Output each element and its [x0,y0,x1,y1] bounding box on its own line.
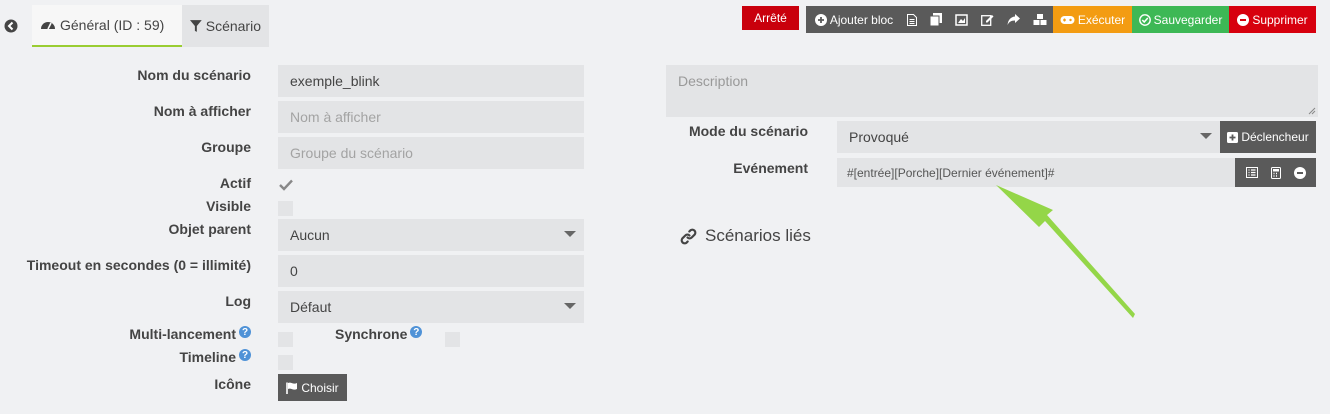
add-block-button[interactable]: Ajouter bloc [810,6,898,33]
mode-value: Provoqué [849,129,909,145]
back-button[interactable] [0,8,22,44]
delete-button[interactable]: Supprimer [1229,6,1316,33]
linked-scenarios-title: Scénarios liés [680,226,811,246]
group-input[interactable]: Groupe du scénario [278,137,584,169]
sync-label: Synchrone [335,326,408,342]
timeout-label: Timeout en secondes (0 = illimité) [26,257,251,273]
description-placeholder: Description [678,73,749,89]
event-actions [1235,158,1316,187]
parent-select[interactable]: Aucun [278,219,584,251]
tab-general-label: Général (ID : 59) [60,17,165,33]
caret-down-icon [564,303,576,309]
trigger-label: Déclencheur [1241,130,1309,144]
log-value: Défaut [290,299,332,315]
delete-label: Supprimer [1252,12,1308,27]
group-label: Groupe [201,139,251,155]
flag-icon [286,382,298,394]
help-icon[interactable]: ? [239,326,251,338]
state-stopped-button[interactable]: Arrêté [742,6,799,30]
multilaunch-label: Multi-lancement [129,326,236,342]
copy-icon [930,13,942,26]
gauge-icon [41,22,55,30]
export-button[interactable] [1002,6,1024,33]
timeline-label: Timeline [179,349,236,365]
share-icon [1007,14,1020,25]
event-label: Evénement [733,160,808,176]
template-button[interactable] [1029,6,1051,33]
image-button[interactable] [950,6,972,33]
help-icon[interactable]: ? [410,326,423,338]
duplicate-button[interactable] [925,6,947,33]
cubes-icon [1033,13,1047,25]
log-label: Log [225,293,251,309]
parent-label: Objet parent [168,221,251,237]
tab-scenario[interactable]: Scénario [182,5,269,47]
caret-down-icon [564,231,576,237]
log-select[interactable]: Défaut [278,291,584,323]
help-icon[interactable]: ? [239,349,251,361]
check-circle-icon [1138,13,1151,26]
active-checkbox[interactable] [278,177,293,192]
choose-icon-button[interactable]: Choisir [278,374,347,401]
image-icon [954,13,968,26]
plus-square-icon [1227,131,1239,143]
mode-label: Mode du scénario [688,123,808,139]
parent-value: Aucun [290,227,330,243]
checkmark-icon [278,179,293,191]
tab-general[interactable]: Général (ID : 59) [32,5,182,47]
link-icon [680,228,697,244]
edit-button[interactable] [976,6,998,33]
resize-grip-icon[interactable] [1308,107,1316,115]
linked-title: Scénarios liés [705,226,811,245]
top-bar: Général (ID : 59) Scénario Arrêté Ajoute… [0,0,1330,47]
visible-checkbox[interactable] [278,201,293,216]
calculator-icon[interactable] [1270,166,1281,179]
tab-scenario-label: Scénario [205,18,261,34]
choose-label: Choisir [301,380,339,395]
icon-label: Icône [214,376,251,392]
log-button[interactable] [901,6,923,33]
timeline-checkbox[interactable] [278,355,293,370]
annotation-arrow [996,185,1135,318]
multilaunch-checkbox[interactable] [278,332,293,347]
timeline-label-wrap: Timeline? [20,349,251,365]
visible-label: Visible [206,198,251,214]
filter-icon [190,19,202,32]
file-icon [907,13,917,26]
execute-label: Exécuter [1077,12,1126,27]
mode-select[interactable]: Provoqué [837,121,1220,153]
display-name-label: Nom à afficher [153,103,251,119]
circle-arrow-left-icon [4,19,18,33]
description-textarea[interactable]: Description [666,65,1318,117]
edit-icon [980,14,993,26]
state-label: Arrêté [754,11,787,25]
list-icon[interactable] [1245,167,1258,178]
execute-button[interactable]: Exécuter [1053,6,1132,33]
minus-circle-icon [1237,13,1250,26]
name-input[interactable]: exemple_blink [278,65,584,97]
sync-checkbox[interactable] [445,332,460,347]
save-button[interactable]: Sauvegarder [1132,6,1229,33]
sync-label-wrap: Synchrone? [335,326,423,342]
add-trigger-button[interactable]: Déclencheur [1220,121,1316,153]
caret-down-icon [1200,133,1212,139]
timeout-input[interactable]: 0 [278,255,584,287]
minus-circle-icon[interactable] [1293,166,1306,179]
add-block-label: Ajouter bloc [829,12,894,27]
name-label: Nom du scénario [137,67,251,83]
plus-circle-icon [814,13,827,26]
multilaunch-label-wrap: Multi-lancement? [20,326,251,342]
display-name-input[interactable]: Nom à afficher [278,101,584,133]
active-label: Actif [219,175,251,191]
gamepad-icon [1060,15,1075,24]
save-label: Sauvegarder [1153,12,1223,27]
